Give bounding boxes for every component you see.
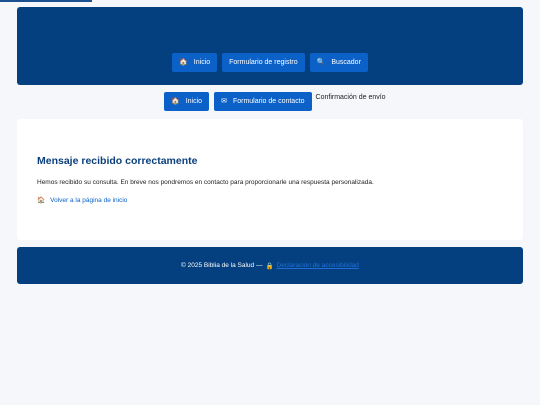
breadcrumb-home-button[interactable]: 🏠 Inicio bbox=[164, 92, 210, 111]
breadcrumb-home-label: Inicio bbox=[185, 98, 203, 105]
search-icon: 🔍 bbox=[316, 59, 326, 66]
back-home-label: Volver a la página de inicio bbox=[50, 196, 128, 204]
site-footer: © 2025 Biblia de la Salud — 🔒 Declaració… bbox=[17, 247, 523, 284]
nav-registration-button[interactable]: Formulario de registro bbox=[222, 53, 305, 72]
nav-registration-label: Formulario de registro bbox=[229, 59, 298, 66]
home-icon: 🏠 bbox=[171, 98, 180, 105]
envelope-icon: ✉ bbox=[221, 98, 227, 105]
main-nav: 🏠 Inicio Formulario de registro 🔍 Buscad… bbox=[17, 53, 523, 72]
nav-search-button[interactable]: 🔍 Buscador bbox=[309, 53, 368, 72]
page-title: Mensaje recibido correctamente bbox=[37, 155, 198, 167]
nav-home-label: Inicio bbox=[193, 59, 211, 66]
back-home-link[interactable]: 🏠 Volver a la página de inicio bbox=[37, 196, 128, 205]
skip-link-bar[interactable] bbox=[0, 0, 92, 2]
nav-home-button[interactable]: 🏠 Inicio bbox=[172, 53, 218, 72]
main-content: Mensaje recibido correctamente Hemos rec… bbox=[17, 119, 523, 240]
accessibility-link[interactable]: Declaración de accesibilidad bbox=[277, 262, 359, 269]
copyright-text: © 2025 Biblia de la Salud — bbox=[181, 262, 263, 269]
confirmation-message: Hemos recibido su consulta. En breve nos… bbox=[37, 179, 374, 186]
home-icon: 🏠 bbox=[37, 197, 46, 204]
breadcrumb: 🏠 Inicio ✉ Formulario de contacto Confir… bbox=[164, 92, 386, 111]
breadcrumb-current: Confirmación de envío bbox=[315, 94, 386, 101]
breadcrumb-contact-button[interactable]: ✉ Formulario de contacto bbox=[214, 92, 312, 111]
breadcrumb-contact-label: Formulario de contacto bbox=[232, 98, 305, 105]
nav-search-label: Buscador bbox=[331, 59, 361, 66]
home-icon: 🏠 bbox=[179, 59, 188, 66]
lock-icon: 🔒 bbox=[265, 262, 274, 270]
site-header: 🏠 Inicio Formulario de registro 🔍 Buscad… bbox=[17, 7, 523, 85]
